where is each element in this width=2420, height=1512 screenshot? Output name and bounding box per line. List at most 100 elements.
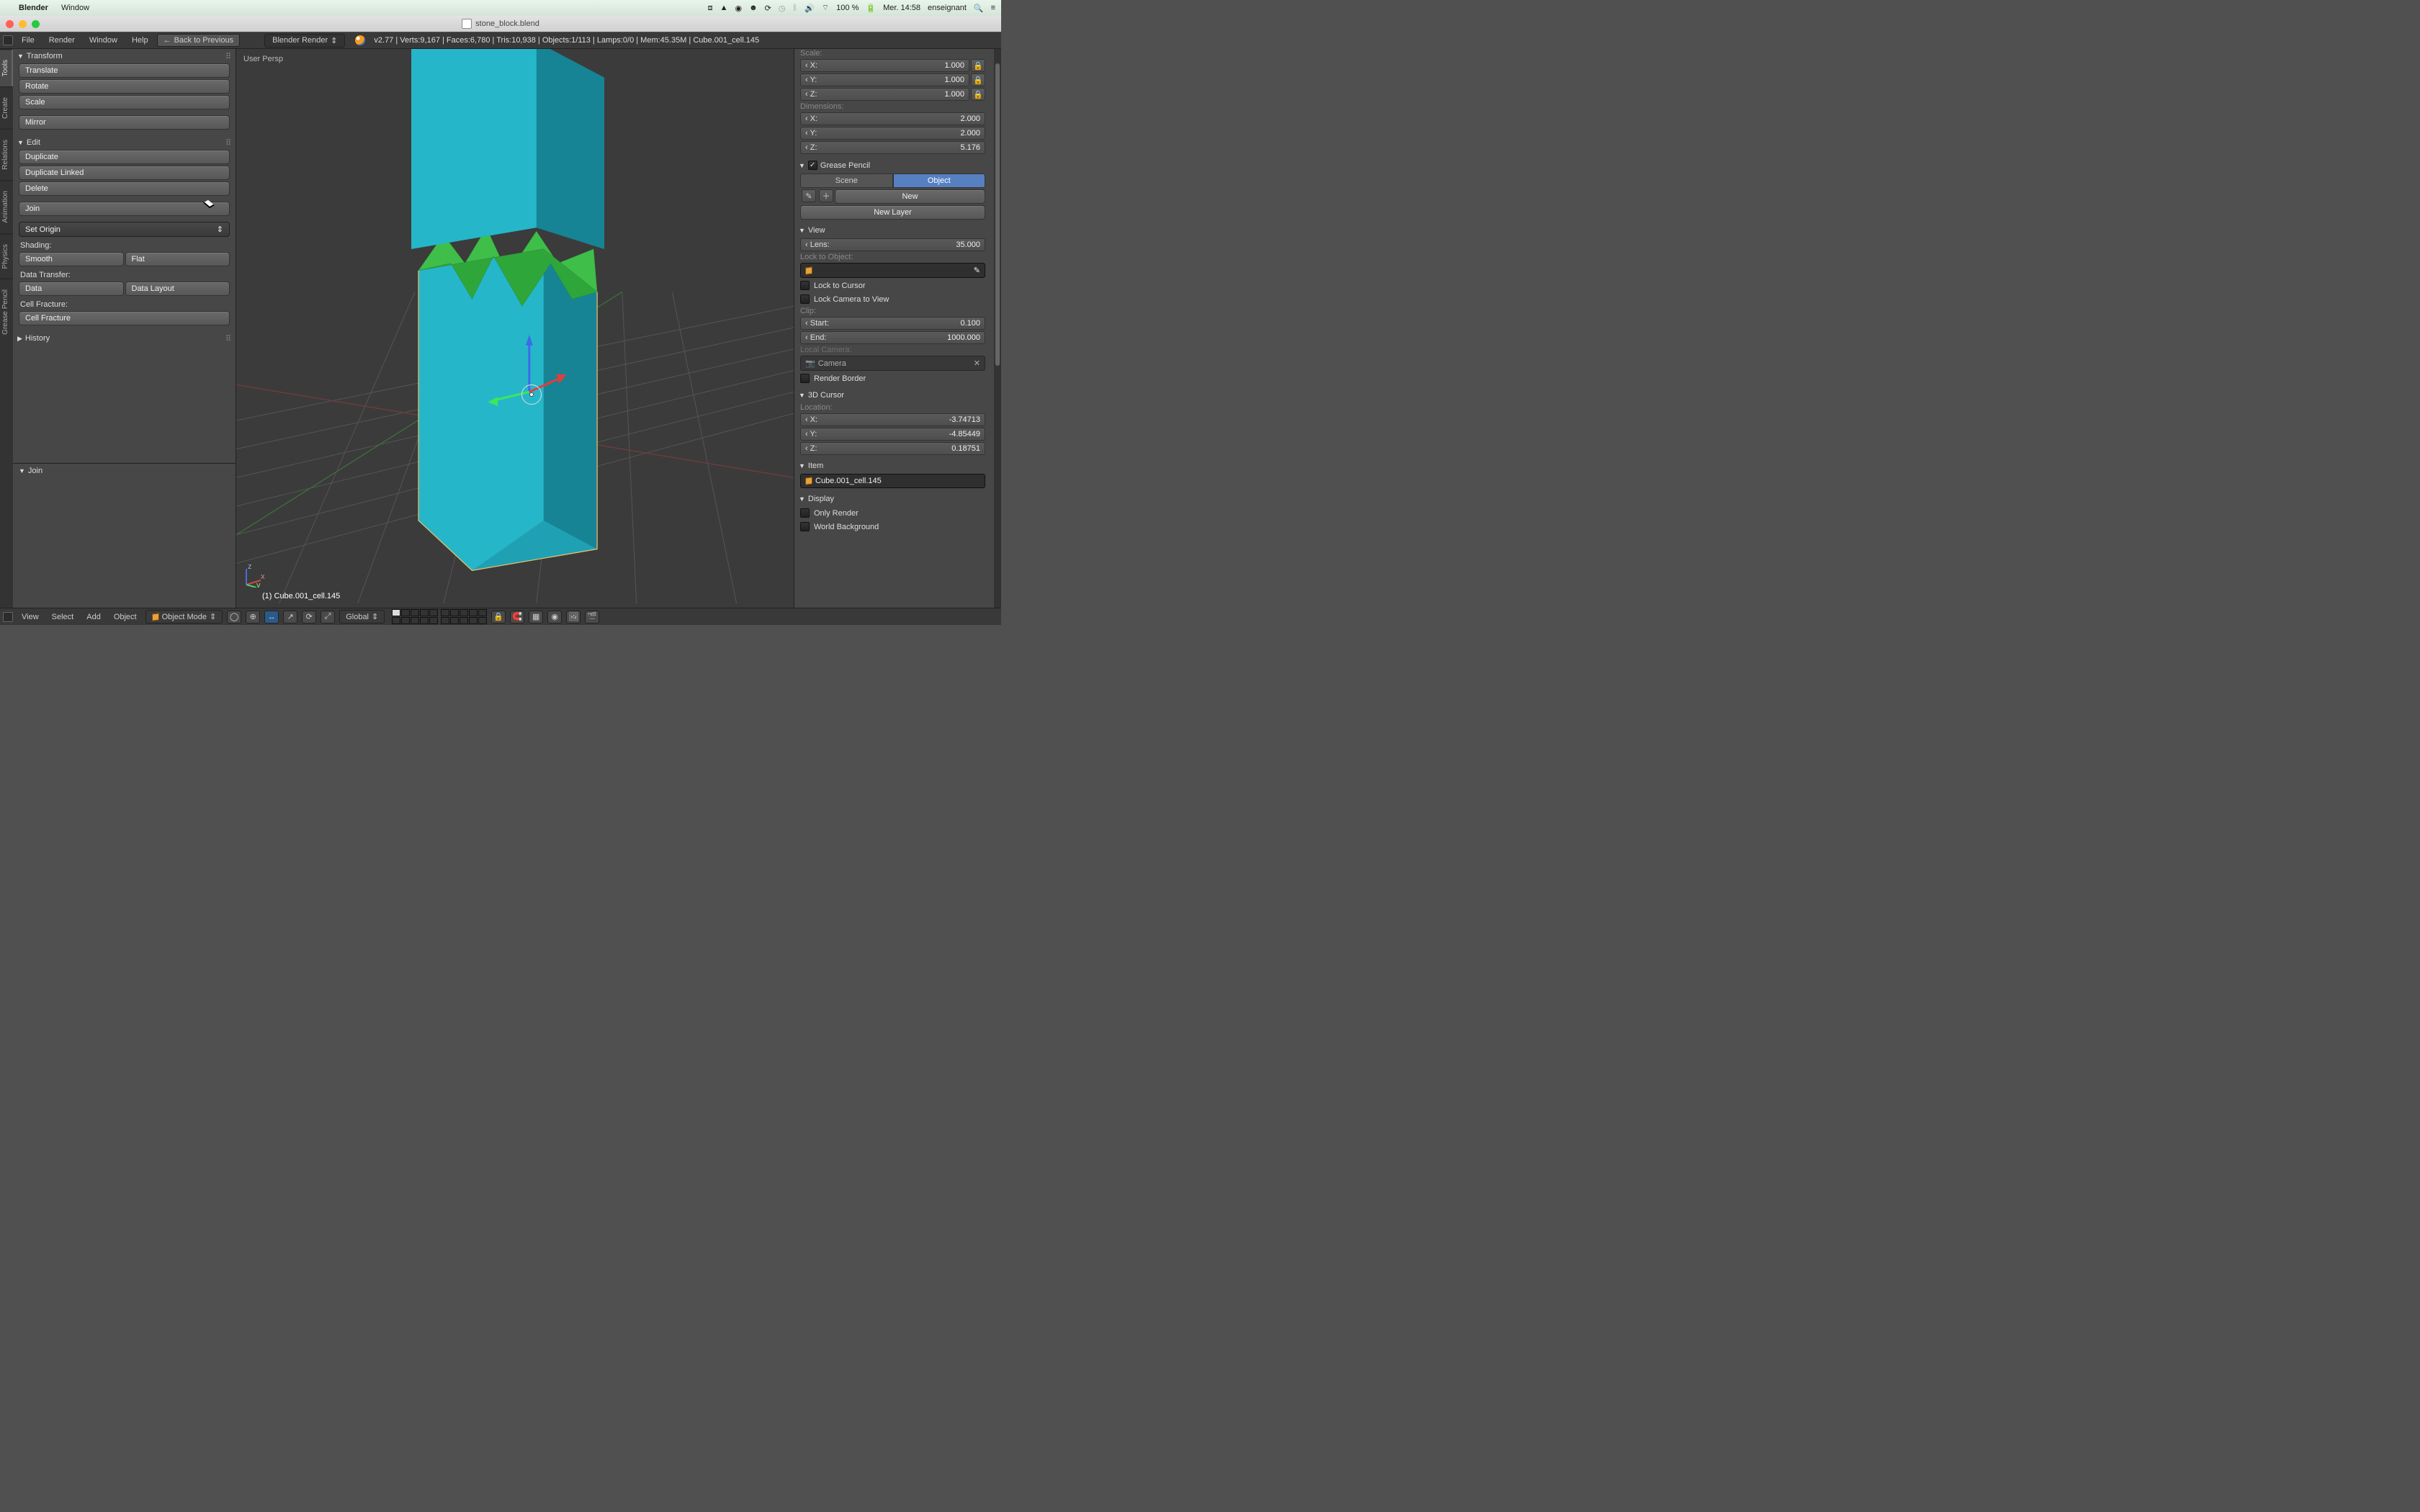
lock-scale-y[interactable]: 🔒 <box>971 73 985 86</box>
clear-icon[interactable]: ✕ <box>974 359 980 368</box>
object-menu[interactable]: Object <box>109 611 141 623</box>
only-render-checkbox[interactable] <box>800 508 810 518</box>
layer-14[interactable] <box>420 617 429 624</box>
lock-object-field[interactable]: ✎ <box>800 263 985 278</box>
layer-6[interactable] <box>441 609 449 616</box>
clip-end-field[interactable]: ‹ End:1000.000 <box>800 331 985 344</box>
lock-scale-x[interactable]: 🔒 <box>971 59 985 72</box>
cell-fracture-button[interactable]: Cell Fracture <box>19 311 230 325</box>
orientation-dropdown[interactable]: Global ⇕ <box>339 610 385 624</box>
dim-y-field[interactable]: ‹ Y:2.000 <box>800 127 985 140</box>
panel-item-header[interactable]: ▼Item <box>794 459 991 472</box>
join-button[interactable]: Join <box>19 202 230 216</box>
render-border-checkbox[interactable] <box>800 374 810 383</box>
help-menu[interactable]: Help <box>126 35 154 46</box>
menu-icon[interactable]: ≡ <box>991 4 995 12</box>
clock-icon[interactable]: ◷ <box>779 4 786 13</box>
snap-target-button[interactable]: ◉ <box>547 611 562 624</box>
zoom-window-button[interactable] <box>32 20 40 28</box>
panel-history-header[interactable]: ▶ History ⠿ <box>13 331 236 346</box>
add-menu[interactable]: Add <box>82 611 105 623</box>
app-name[interactable]: Blender <box>19 4 48 12</box>
lock-layers-button[interactable]: 🔒 <box>491 611 506 624</box>
duplicate-linked-button[interactable]: Duplicate Linked <box>19 166 230 180</box>
layer-10[interactable] <box>478 609 487 616</box>
clip-start-field[interactable]: ‹ Start:0.100 <box>800 317 985 330</box>
dim-x-field[interactable]: ‹ X:2.000 <box>800 112 985 125</box>
panel-3d-cursor-header[interactable]: ▼3D Cursor <box>794 389 991 402</box>
layer-2[interactable] <box>401 609 410 616</box>
sync-icon[interactable]: ⟳ <box>765 4 771 13</box>
eyedropper-icon[interactable]: ✎ <box>974 266 980 275</box>
tab-animation[interactable]: Animation <box>0 180 13 233</box>
editor-type-selector[interactable] <box>3 35 13 45</box>
viewport-shading-button[interactable]: ◯ <box>227 611 241 624</box>
pivot-button[interactable]: ⊕ <box>246 611 260 624</box>
panel-view-header[interactable]: ▼View <box>794 224 991 237</box>
lens-field[interactable]: ‹ Lens:35.000 <box>800 238 985 251</box>
shade-flat-button[interactable]: Flat <box>125 252 230 266</box>
local-camera-field[interactable]: 📷 Camera ✕ <box>800 356 985 371</box>
layer-13[interactable] <box>411 617 419 624</box>
lock-scale-z[interactable]: 🔒 <box>971 88 985 101</box>
3d-viewport[interactable]: User Persp <box>236 49 794 608</box>
layer-19[interactable] <box>469 617 478 624</box>
translate-button[interactable]: Translate <box>19 63 230 78</box>
panel-grip-icon[interactable]: ⠿ <box>225 138 231 148</box>
mirror-button[interactable]: Mirror <box>19 115 230 130</box>
wifi-icon[interactable]: ⌔ <box>822 3 829 13</box>
lock-cursor-checkbox[interactable] <box>800 281 810 290</box>
cursor-y-field[interactable]: ‹ Y:-4.85449 <box>800 428 985 441</box>
dim-z-field[interactable]: ‹ Z:5.176 <box>800 141 985 154</box>
minimize-window-button[interactable] <box>19 20 27 28</box>
duplicate-button[interactable]: Duplicate <box>19 150 230 164</box>
back-to-previous-button[interactable]: ← Back to Previous <box>157 34 241 47</box>
layer-16[interactable] <box>441 617 449 624</box>
macos-window-menu[interactable]: Window <box>61 4 89 12</box>
select-menu[interactable]: Select <box>48 611 79 623</box>
gp-new-button[interactable]: New <box>835 189 985 204</box>
gp-new-layer-button[interactable]: New Layer <box>800 205 985 220</box>
layer-11[interactable] <box>392 617 400 624</box>
gp-add-button[interactable]: ＋ <box>819 189 833 202</box>
window-menu[interactable]: Window <box>84 35 123 46</box>
manipulator-scale[interactable]: ⤢ <box>321 611 335 624</box>
drive-icon[interactable]: ▲ <box>720 4 728 12</box>
bluetooth-icon[interactable]: ᛒ <box>793 4 798 12</box>
spotlight-icon[interactable]: 🔍 <box>974 4 984 13</box>
status-icon[interactable]: ☻ <box>749 4 758 12</box>
battery-text[interactable]: 100 % <box>836 4 859 12</box>
world-bg-checkbox[interactable] <box>800 522 810 531</box>
layer-8[interactable] <box>460 609 468 616</box>
rotate-button[interactable]: Rotate <box>19 79 230 94</box>
layer-5[interactable] <box>429 609 438 616</box>
snap-element-button[interactable]: ▦ <box>529 611 543 624</box>
close-window-button[interactable] <box>6 20 14 28</box>
scale-y-field[interactable]: ‹ Y:1.000 <box>800 73 969 86</box>
layer-17[interactable] <box>450 617 459 624</box>
scale-button[interactable]: Scale <box>19 95 230 109</box>
gp-scene-button[interactable]: Scene <box>800 174 893 188</box>
panel-display-header[interactable]: ▼Display <box>794 492 991 505</box>
record-icon[interactable]: ◉ <box>735 4 742 13</box>
panel-grip-icon[interactable]: ⠿ <box>225 52 231 61</box>
tab-tools[interactable]: Tools <box>0 49 13 86</box>
tab-grease-pencil[interactable]: Grease Pencil <box>0 279 13 345</box>
layer-12[interactable] <box>401 617 410 624</box>
render-anim-button[interactable]: 🎬 <box>585 611 599 624</box>
layer-18[interactable] <box>460 617 468 624</box>
dropbox-icon[interactable]: ⧈ <box>708 4 713 13</box>
layer-9[interactable] <box>469 609 478 616</box>
layer-1[interactable] <box>392 609 400 616</box>
layer-3[interactable] <box>411 609 419 616</box>
lock-camera-checkbox[interactable] <box>800 294 810 304</box>
editor-type-selector[interactable] <box>3 612 13 622</box>
set-origin-dropdown[interactable]: Set Origin ⇕ <box>19 222 230 237</box>
mode-dropdown[interactable]: Object Mode ⇕ <box>145 610 223 624</box>
operator-panel-header[interactable]: ▼ Join <box>13 463 236 478</box>
layer-7[interactable] <box>450 609 459 616</box>
tab-create[interactable]: Create <box>0 86 13 129</box>
user-name[interactable]: enseignant <box>928 4 967 12</box>
panel-edit-header[interactable]: ▼ Edit ⠿ <box>13 135 236 150</box>
tab-physics[interactable]: Physics <box>0 233 13 279</box>
